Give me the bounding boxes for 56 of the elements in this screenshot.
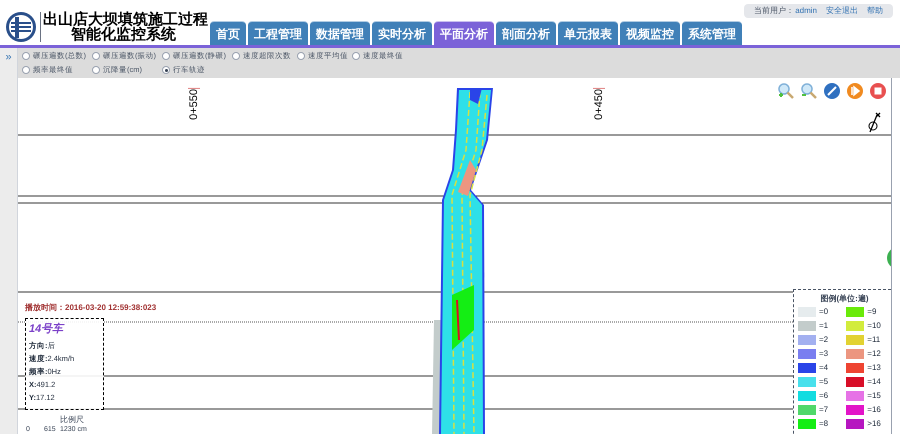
zoom-in-icon[interactable] <box>777 82 795 100</box>
nav-tab[interactable]: 单元报表 <box>558 21 618 45</box>
legend-label: =3 <box>819 348 828 360</box>
legend-label: >16 <box>867 418 881 430</box>
radio-button[interactable] <box>162 66 170 74</box>
legend-label: =10 <box>867 320 881 332</box>
legend-label: =8 <box>819 418 828 430</box>
legend-label: =5 <box>819 376 828 388</box>
user-label: 当前用户： <box>754 5 794 17</box>
play-time: 播放时间：2016-03-20 12:59:38:023 <box>25 302 156 314</box>
legend-title: 图例(单位:遍) <box>820 293 870 305</box>
nav-tab[interactable]: 首页 <box>210 21 246 45</box>
nav-tab[interactable]: 工程管理 <box>248 21 308 45</box>
radio-button[interactable] <box>92 52 100 60</box>
play-icon[interactable] <box>846 82 864 100</box>
vehicle-name: 14号车 <box>29 322 66 337</box>
sidebar-toggle[interactable]: » <box>5 50 12 64</box>
radio-button[interactable] <box>22 52 30 60</box>
logo-icon <box>5 10 37 42</box>
legend-label: =1 <box>819 320 828 332</box>
scale-label: 比例尺 <box>60 414 84 426</box>
legend-label: =9 <box>867 306 876 318</box>
legend-label: =11 <box>867 334 880 346</box>
legend-label: =12 <box>867 348 881 360</box>
pencil-icon[interactable] <box>823 82 841 100</box>
nav-tab[interactable]: 数据管理 <box>310 21 370 45</box>
system-title: 出山店大坝填筑施工过程 <box>43 12 208 26</box>
logout-link[interactable]: 安全退出 <box>826 5 858 17</box>
legend-label: =7 <box>819 404 828 416</box>
station-label: 0+450 <box>593 88 605 120</box>
legend-label: =2 <box>819 334 828 346</box>
legend-label: =16 <box>867 404 881 416</box>
radio-button[interactable] <box>232 52 240 60</box>
stop-icon[interactable] <box>869 82 887 100</box>
user-link[interactable]: admin <box>795 5 817 17</box>
radio-button[interactable] <box>22 66 30 74</box>
system-subtitle: 智能化监控系统 <box>71 26 176 42</box>
help-link[interactable]: 帮助 <box>867 5 883 17</box>
nav-tab[interactable]: 视频监控 <box>620 21 680 45</box>
radio-button[interactable] <box>297 52 305 60</box>
radio-button[interactable] <box>162 52 170 60</box>
nav-tab[interactable]: 系统管理 <box>682 21 742 45</box>
legend-label: =0 <box>819 306 828 318</box>
legend-label: =13 <box>867 362 881 374</box>
radio-button[interactable] <box>352 52 360 60</box>
legend-label: =6 <box>819 390 828 402</box>
nav-tab[interactable]: 实时分析 <box>372 21 432 45</box>
nav-tab[interactable]: 剖面分析 <box>496 21 556 45</box>
radio-button[interactable] <box>92 66 100 74</box>
legend-label: =15 <box>867 390 881 402</box>
station-label: 0+550 <box>188 88 200 120</box>
zoom-out-icon[interactable] <box>800 82 818 100</box>
legend-label: =14 <box>867 376 881 388</box>
legend-label: =4 <box>819 362 828 374</box>
nav-tab[interactable]: 平面分析 <box>434 21 494 45</box>
north-arrow-icon <box>867 111 881 133</box>
